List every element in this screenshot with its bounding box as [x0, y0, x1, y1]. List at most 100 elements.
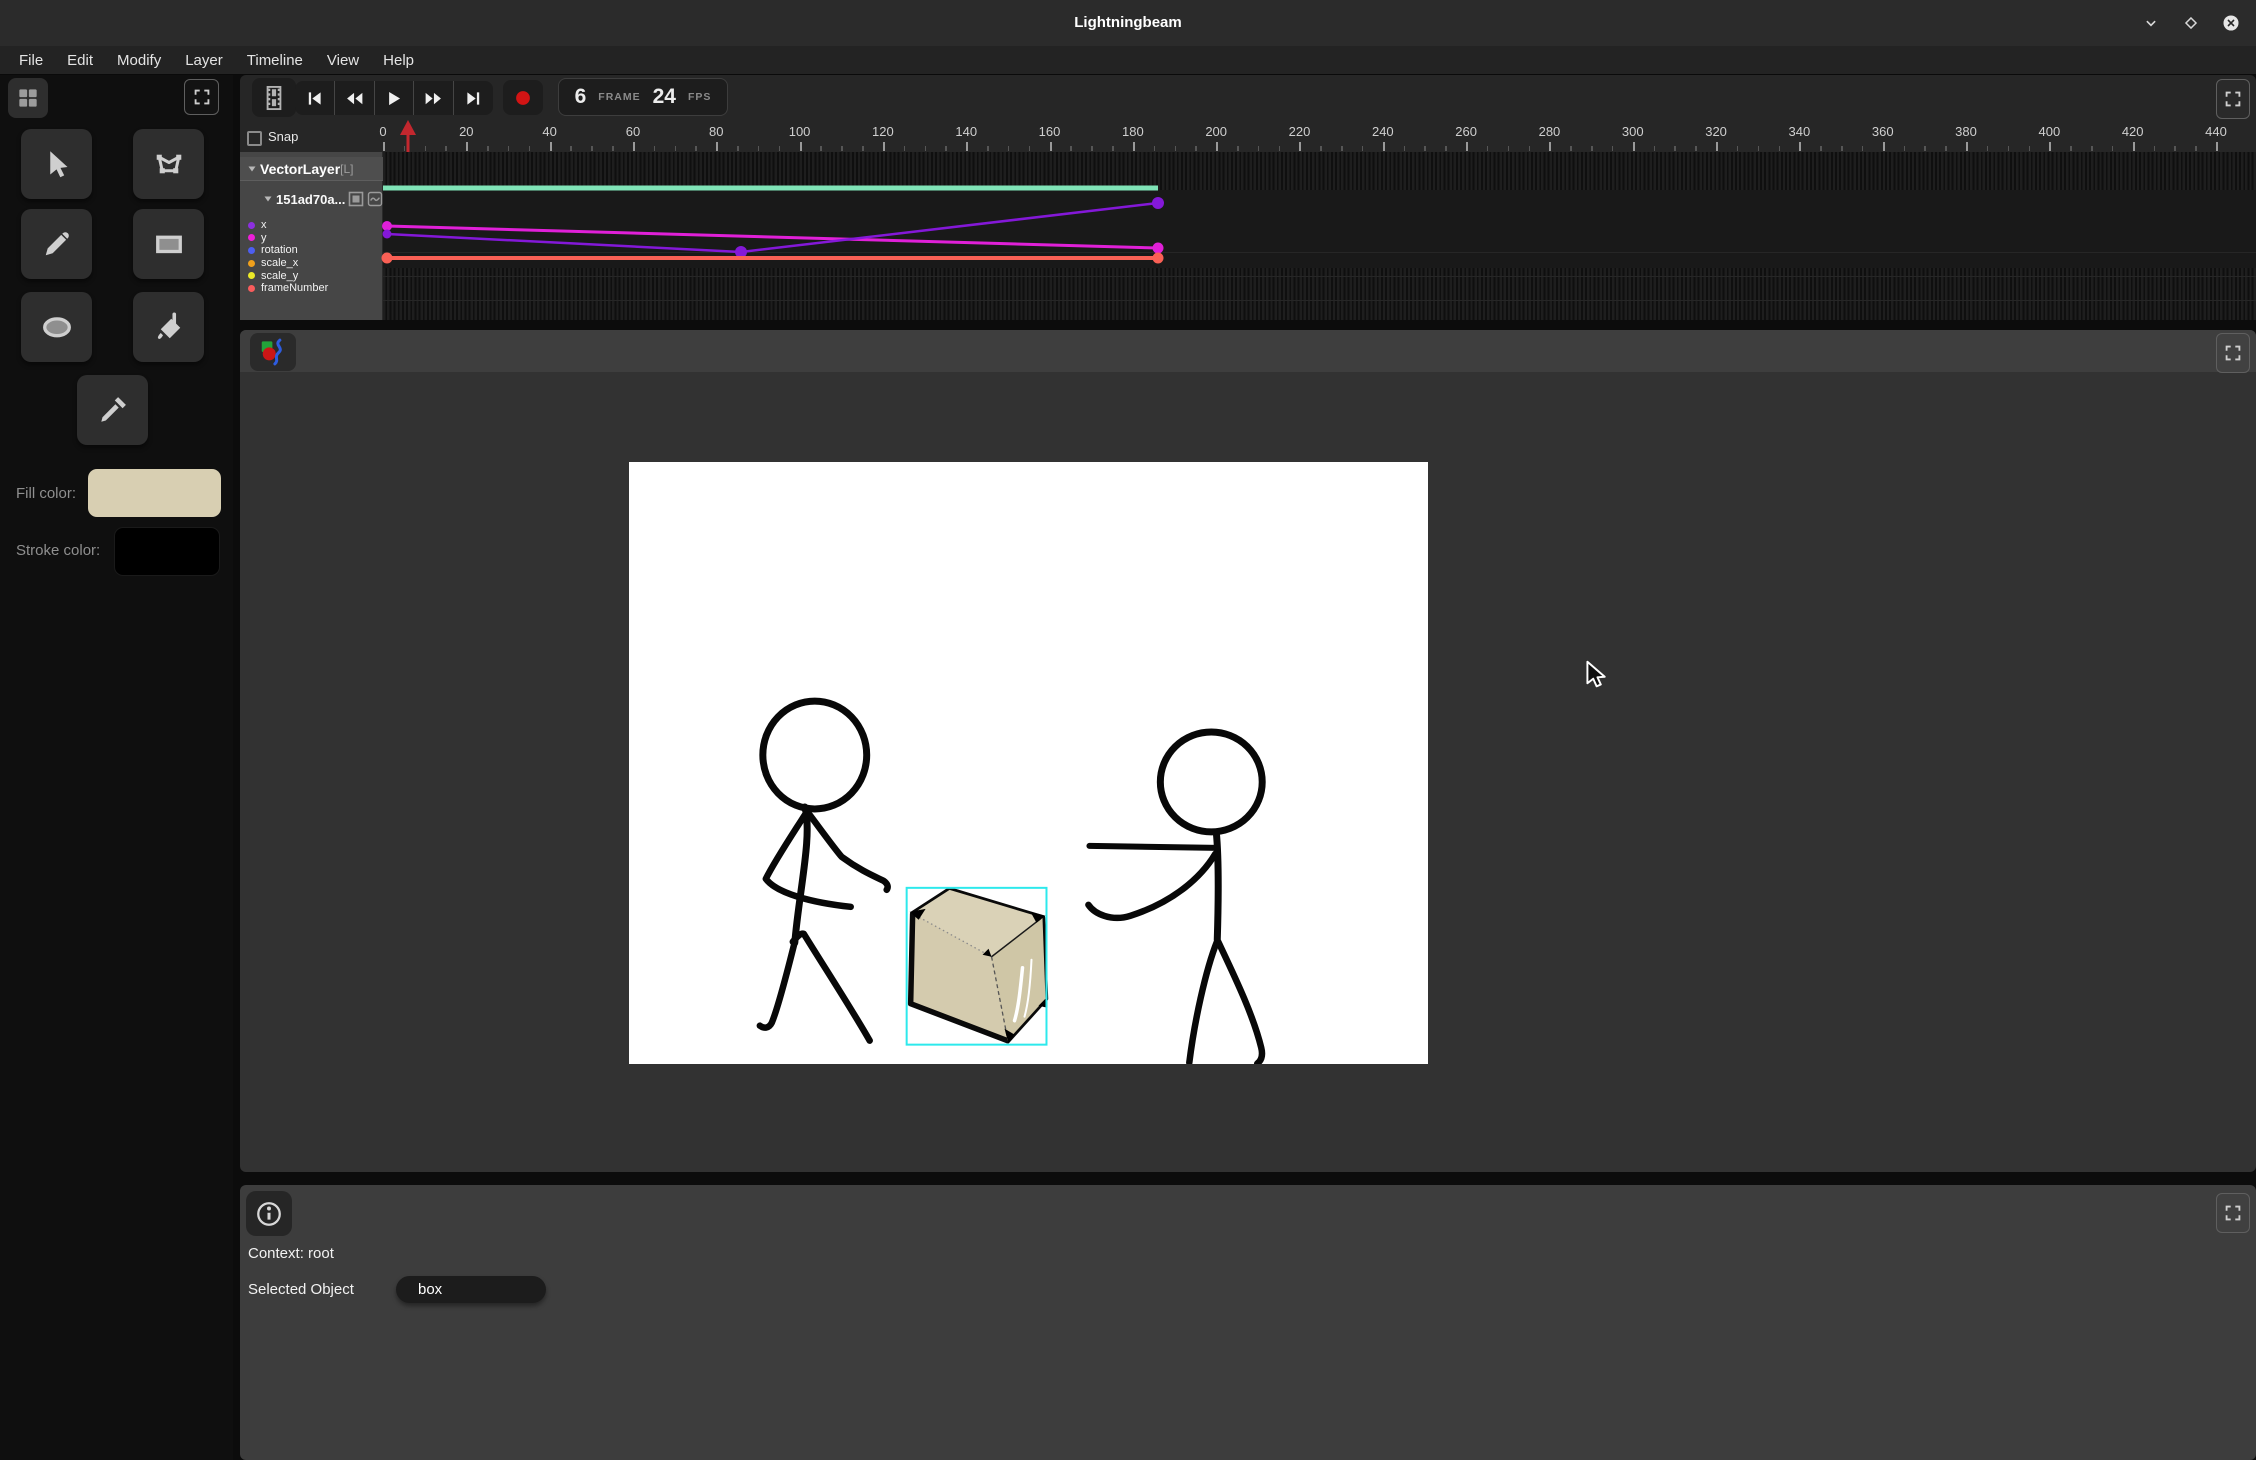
sidebar-expand-button[interactable] [184, 79, 219, 115]
fps-value[interactable]: 24 [653, 85, 676, 109]
ruler-label: 120 [872, 124, 894, 139]
frame-fps-box[interactable]: 6 FRAME 24 FPS [558, 78, 728, 116]
ruler-label: 20 [459, 124, 473, 139]
stick-figure-left[interactable] [760, 701, 888, 1041]
ruler-tick [654, 146, 656, 151]
property-row-scale_y[interactable]: scale_y [240, 269, 383, 282]
selected-object-input[interactable] [396, 1276, 546, 1303]
stick-figure-right[interactable] [1088, 732, 1262, 1064]
timeline-menu-button[interactable] [252, 78, 296, 117]
canvas-tools-button[interactable] [250, 333, 296, 371]
ruler-label: 280 [1539, 124, 1561, 139]
ruler-tick [570, 146, 572, 151]
menu-edit[interactable]: Edit [55, 46, 105, 75]
ruler-tick [591, 146, 593, 151]
ruler-tick [883, 142, 885, 151]
fill-color-swatch[interactable] [88, 469, 221, 517]
timeline-expand-button[interactable] [2216, 79, 2250, 119]
collapse-triangle-icon[interactable] [246, 163, 258, 175]
timeline-track-area[interactable] [383, 152, 2256, 320]
title-bar: Lightningbeam [0, 0, 2256, 46]
object-row-151ad70a[interactable]: 151ad70a... [240, 187, 383, 211]
tool-select-button[interactable] [21, 129, 92, 199]
curve-band [383, 190, 2256, 268]
property-row-frameNumber[interactable]: frameNumber [240, 282, 383, 295]
tool-pencil-button[interactable] [21, 209, 92, 279]
property-color-dot [248, 272, 255, 279]
expand-icon [2222, 1202, 2244, 1224]
row-divider [383, 252, 2256, 253]
menu-help[interactable]: Help [371, 46, 426, 75]
property-color-dot [248, 234, 255, 241]
selected-object-label: Selected Object [248, 1281, 354, 1298]
skip-start-button[interactable] [295, 81, 334, 115]
tween-toggle-button[interactable] [367, 191, 383, 207]
property-row-scale_x[interactable]: scale_x [240, 257, 383, 270]
current-frame-value[interactable]: 6 [575, 85, 587, 109]
play-button[interactable] [374, 81, 414, 115]
ruler-label: 240 [1372, 124, 1394, 139]
ruler-tick [1654, 146, 1656, 151]
ruler-tick [1050, 142, 1052, 151]
ruler-label: 300 [1622, 124, 1644, 139]
tool-eyedropper-button[interactable] [77, 375, 148, 445]
timeline-panel: 6 FRAME 24 FPS Snap 02040608010012014016… [240, 75, 2256, 320]
ruler-tick [1175, 146, 1177, 151]
rectangle-icon [151, 226, 187, 262]
maximize-button[interactable] [2178, 10, 2204, 36]
menu-modify[interactable]: Modify [105, 46, 173, 75]
fast-forward-button[interactable] [413, 81, 453, 115]
tools-grid [21, 129, 211, 459]
shapes-icon [258, 337, 288, 367]
menu-file[interactable]: File [7, 46, 55, 75]
tool-paint-bucket-button[interactable] [133, 292, 204, 362]
ruler-tick [1904, 146, 1906, 151]
ruler-label: 360 [1872, 124, 1894, 139]
ruler-tick [1112, 146, 1114, 151]
stroke-color-swatch[interactable] [114, 527, 220, 576]
tool-ellipse-button[interactable] [21, 292, 92, 362]
property-row-x[interactable]: x [240, 219, 383, 232]
ruler-tick [1341, 146, 1343, 151]
snap-checkbox[interactable] [247, 131, 262, 146]
grid-icon [15, 85, 41, 111]
info-button[interactable] [246, 1191, 292, 1236]
ruler-tick [2008, 146, 2010, 151]
canvas-expand-button[interactable] [2216, 333, 2250, 373]
ruler-tick [1612, 146, 1614, 151]
eyedropper-icon [95, 392, 131, 428]
ruler-tick [1674, 146, 1676, 151]
ruler-tick [1966, 142, 1968, 151]
menu-timeline[interactable]: Timeline [235, 46, 315, 75]
property-name: frameNumber [261, 282, 328, 294]
record-button[interactable] [503, 80, 543, 115]
menu-layer[interactable]: Layer [173, 46, 235, 75]
inspector-expand-button[interactable] [2216, 1193, 2250, 1233]
layer-name: VectorLayer [260, 161, 340, 177]
ruler-tick [1216, 142, 1218, 151]
box-shape[interactable] [910, 890, 1048, 1044]
property-row-rotation[interactable]: rotation [240, 244, 383, 257]
tool-rectangle-button[interactable] [133, 209, 204, 279]
ruler-label: 380 [1955, 124, 1977, 139]
layer-row-vectorlayer[interactable]: VectorLayer [L] [240, 157, 383, 181]
close-button[interactable] [2218, 10, 2244, 36]
inspector-panel: Context: root Selected Object [240, 1185, 2256, 1460]
fill-toggle-button[interactable] [348, 191, 364, 207]
timeline-ruler[interactable]: 0204060801001201401601802002202402602803… [383, 120, 2256, 152]
collapse-triangle-icon[interactable] [262, 193, 274, 205]
drawing-stage[interactable] [629, 462, 1428, 1064]
property-color-dot [248, 285, 255, 292]
ruler-tick [1091, 146, 1093, 151]
menu-view[interactable]: View [315, 46, 371, 75]
property-row-y[interactable]: y [240, 232, 383, 245]
ruler-tick [1591, 146, 1593, 151]
skip-start-icon [304, 88, 325, 109]
layout-grid-button[interactable] [8, 78, 48, 118]
tool-transform-button[interactable] [133, 129, 204, 199]
rewind-button[interactable] [334, 81, 374, 115]
ruler-label: 100 [789, 124, 811, 139]
ruler-tick [1633, 142, 1635, 151]
minimize-button[interactable] [2138, 10, 2164, 36]
skip-end-button[interactable] [453, 81, 493, 115]
